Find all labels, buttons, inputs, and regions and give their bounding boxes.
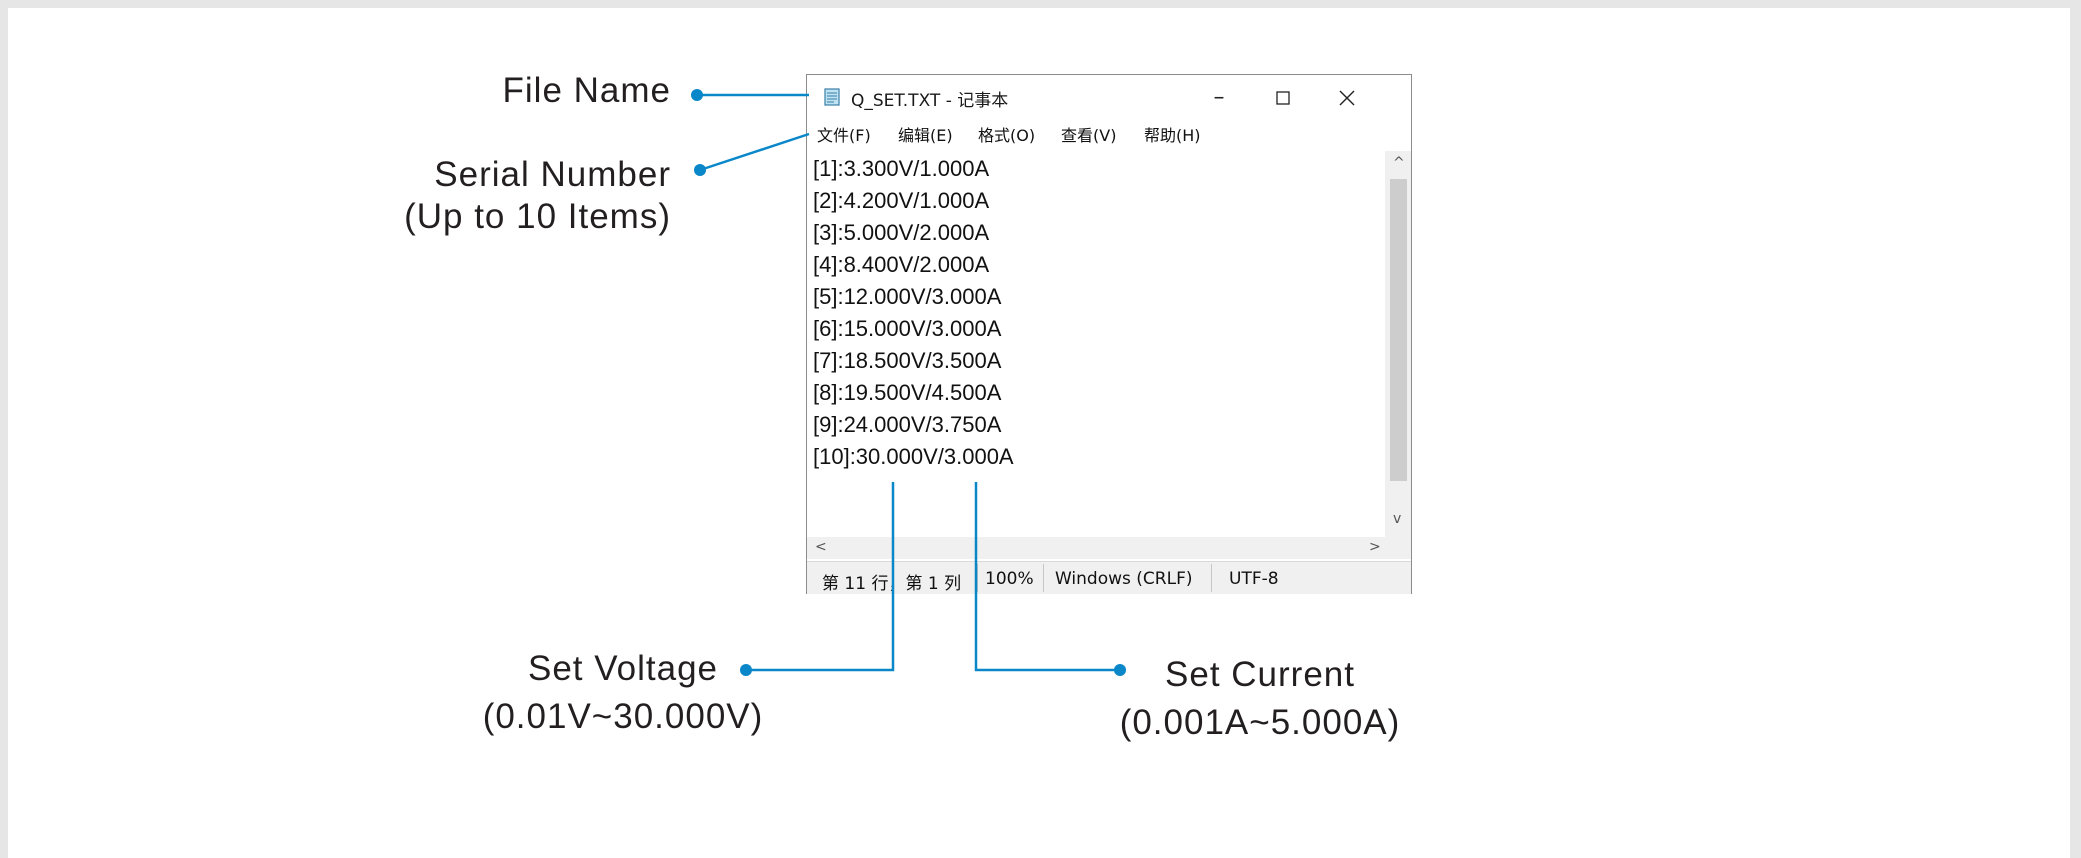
horizontal-scrollbar[interactable]: < >	[807, 537, 1385, 559]
vertical-scrollbar[interactable]: ^ v	[1385, 151, 1411, 537]
encoding: UTF-8	[1229, 569, 1279, 589]
window-title: Q_SET.TXT - 记事本	[851, 91, 1009, 111]
cursor-position: 第 11 行，第 1 列	[822, 574, 962, 594]
status-divider	[1043, 564, 1044, 592]
resize-grip-icon[interactable]	[1385, 537, 1411, 559]
title-bar: Q_SET.TXT - 记事本 –	[807, 75, 1411, 120]
notepad-window: Q_SET.TXT - 记事本 – 文件(F) 编辑(E) 格式(O) 查看(V…	[806, 74, 1412, 594]
minimize-button[interactable]: –	[1187, 75, 1251, 120]
notepad-icon	[824, 88, 840, 106]
set-voltage-label: Set Voltage	[527, 649, 719, 688]
scroll-up-icon[interactable]: ^	[1393, 155, 1405, 171]
text-line: [2]:4.200V/1.000A	[813, 188, 990, 213]
scroll-right-icon[interactable]: >	[1369, 539, 1381, 555]
text-line: [1]:3.300V/1.000A	[813, 156, 990, 181]
menu-edit[interactable]: 编辑(E)	[898, 122, 953, 146]
menu-view[interactable]: 查看(V)	[1061, 122, 1116, 146]
set-voltage-range-label: (0.01V~30.000V)	[482, 697, 764, 736]
text-line: [10]:30.000V/3.000A	[813, 444, 1014, 469]
text-line: [6]:15.000V/3.000A	[813, 316, 1002, 341]
text-line: [8]:19.500V/4.500A	[813, 380, 1002, 405]
close-button[interactable]	[1315, 75, 1379, 120]
menu-file[interactable]: 文件(F)	[817, 122, 871, 146]
maximize-icon	[1276, 90, 1290, 105]
menu-format[interactable]: 格式(O)	[978, 122, 1035, 146]
menu-bar: 文件(F) 编辑(E) 格式(O) 查看(V) 帮助(H)	[807, 122, 1411, 148]
set-current-label: Set Current	[1165, 655, 1355, 694]
text-editor-area[interactable]: [1]:3.300V/1.000A [2]:4.200V/1.000A [3]:…	[807, 151, 1385, 537]
status-divider	[1211, 564, 1212, 592]
status-divider	[977, 564, 978, 592]
line-ending: Windows (CRLF)	[1055, 569, 1193, 589]
status-bar: 第 11 行，第 1 列 100% Windows (CRLF) UTF-8	[807, 561, 1411, 594]
vertical-scroll-thumb[interactable]	[1390, 179, 1407, 481]
menu-help[interactable]: 帮助(H)	[1144, 122, 1201, 146]
text-line: [7]:18.500V/3.500A	[813, 348, 1002, 373]
maximize-button[interactable]	[1251, 75, 1315, 120]
text-line: [4]:8.400V/2.000A	[813, 252, 990, 277]
set-current-range-label: (0.001A~5.000A)	[1119, 703, 1401, 742]
serial-number-label: Serial Number	[434, 155, 671, 194]
file-name-label: File Name	[502, 71, 671, 110]
text-line: [9]:24.000V/3.750A	[813, 412, 1002, 437]
text-line: [3]:5.000V/2.000A	[813, 220, 990, 245]
scroll-left-icon[interactable]: <	[815, 539, 827, 555]
scroll-down-icon[interactable]: v	[1393, 511, 1401, 527]
text-line: [5]:12.000V/3.000A	[813, 284, 1002, 309]
zoom-level: 100%	[985, 569, 1034, 589]
serial-number-range-label: (Up to 10 Items)	[404, 197, 671, 236]
close-icon	[1339, 90, 1355, 105]
